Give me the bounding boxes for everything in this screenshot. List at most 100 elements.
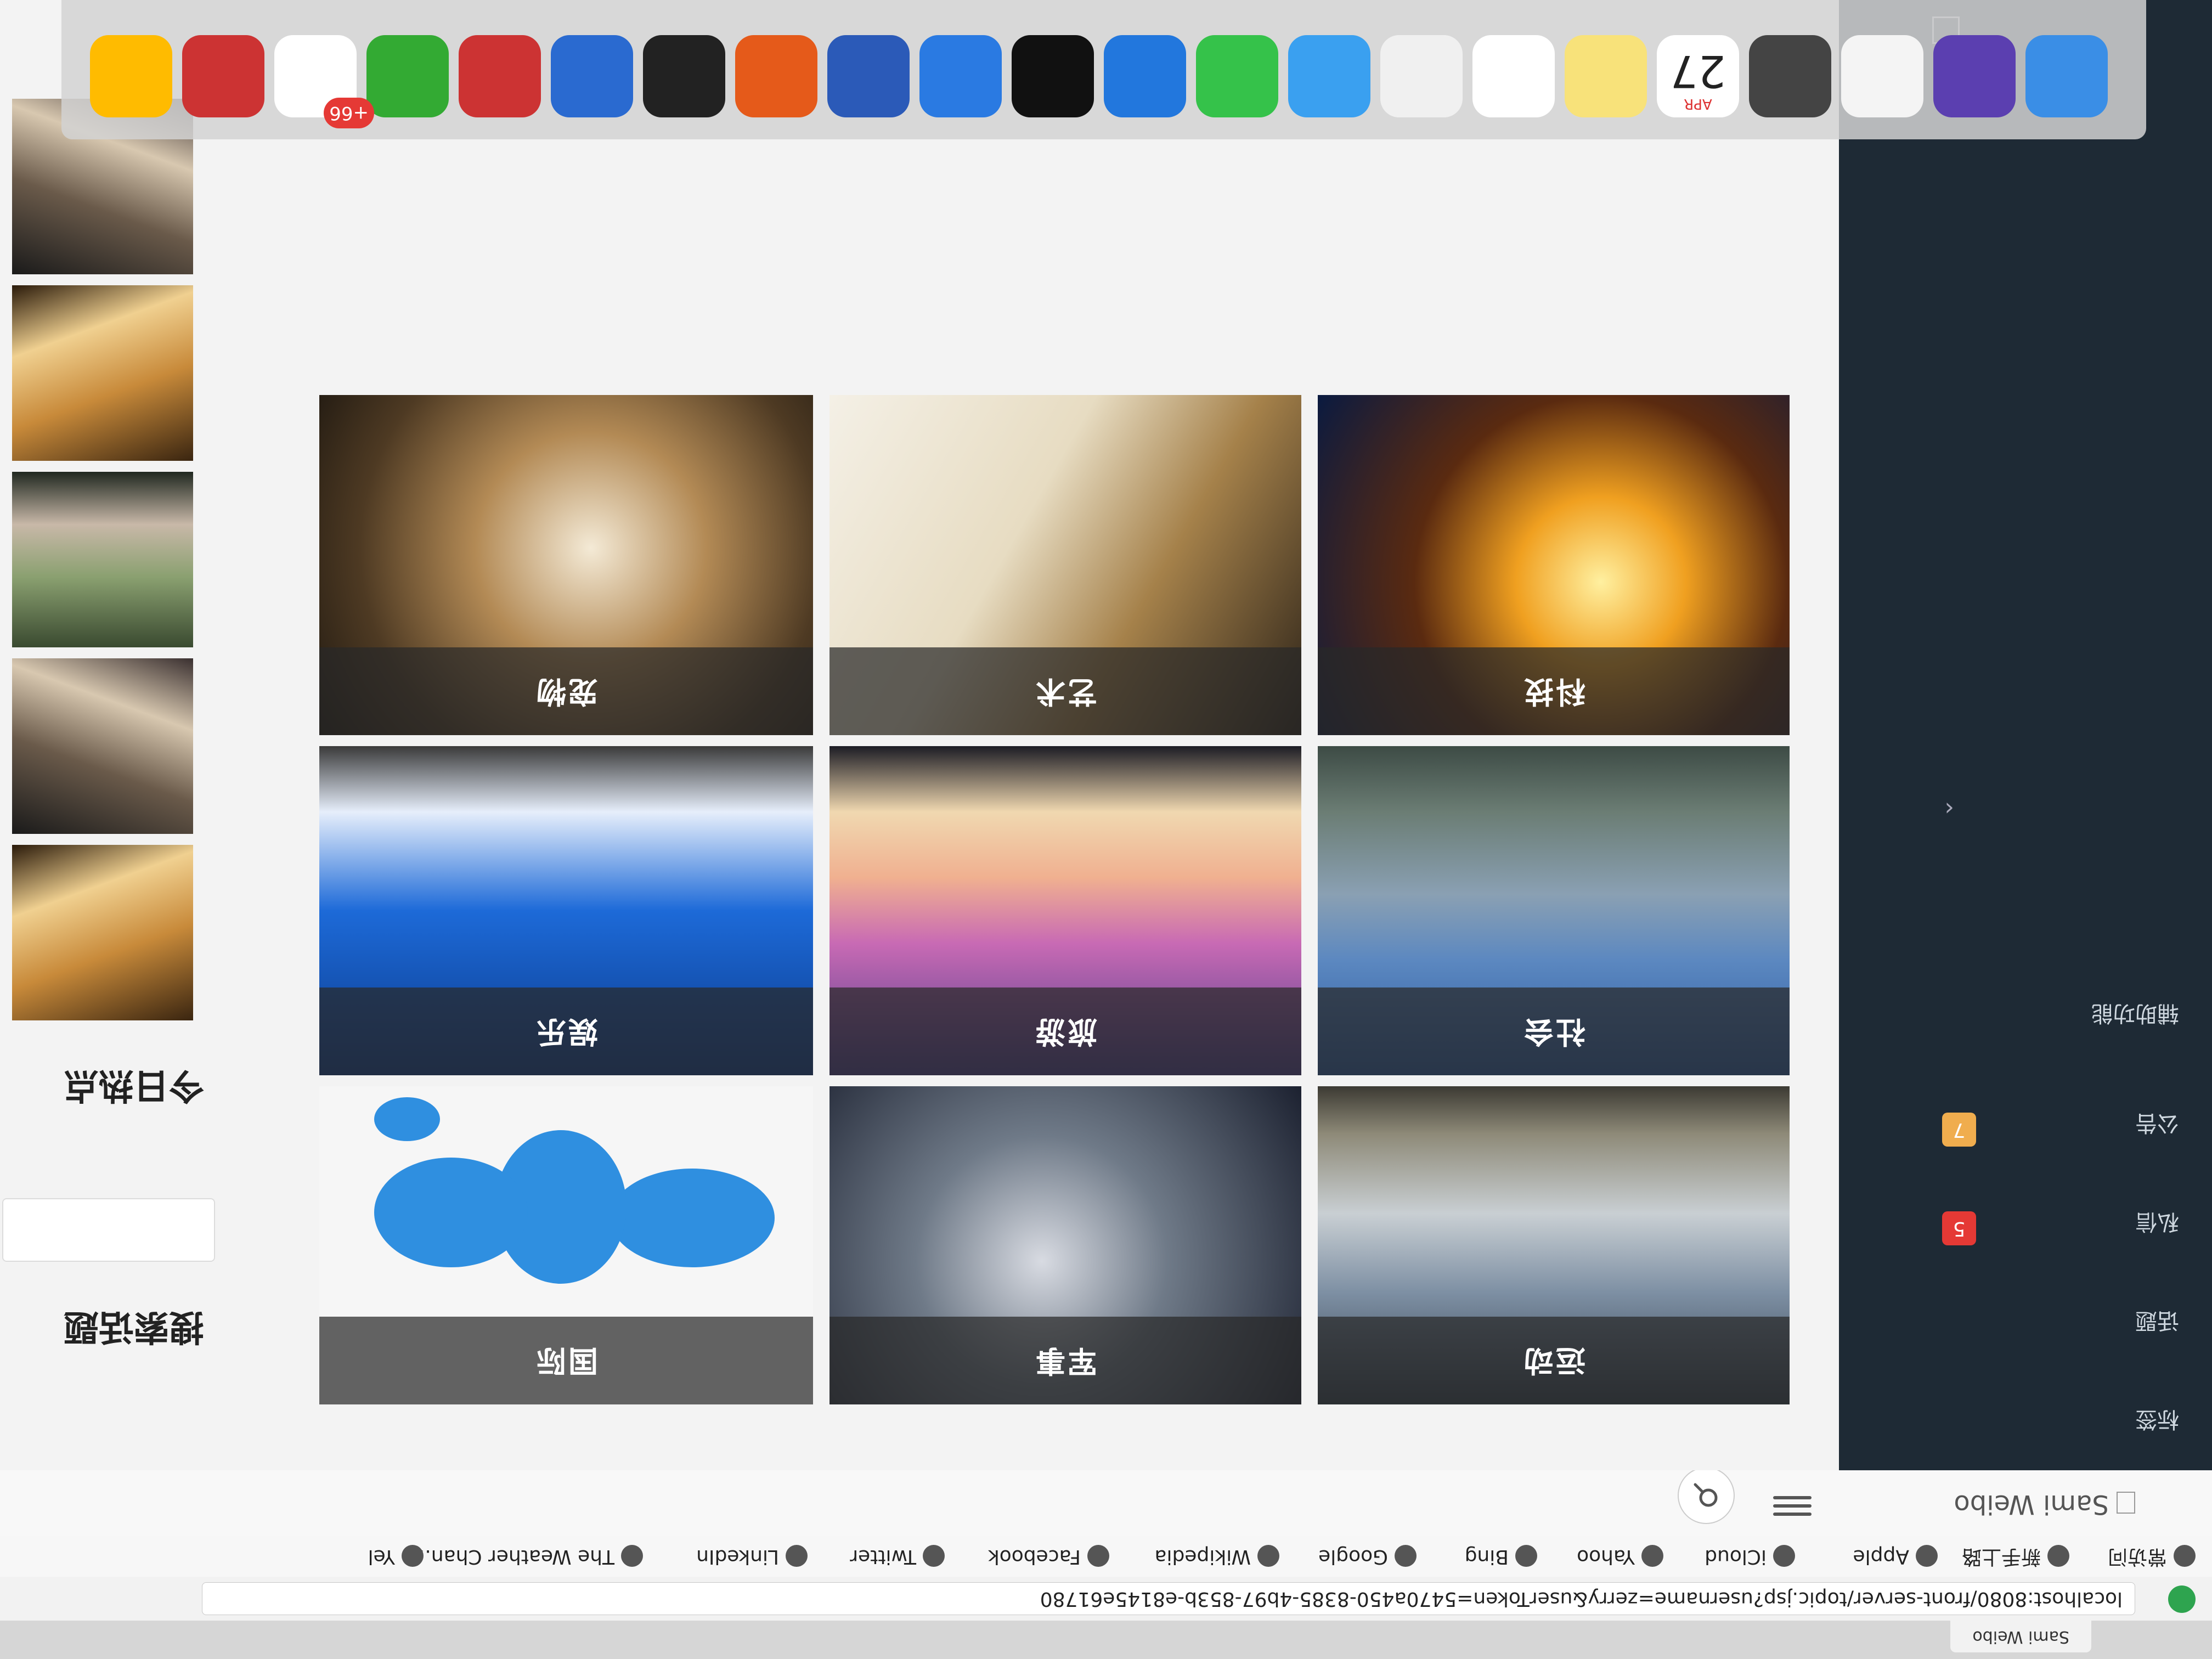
topic-tile-entertainment[interactable]: 娱乐 xyxy=(319,746,813,1075)
globe-icon xyxy=(1395,1545,1417,1567)
address-bar-row: localhost:8080/front-server/topic.jsp?us… xyxy=(0,1576,2212,1621)
sidebar-item-label: 辅助功能 xyxy=(2091,1001,2179,1026)
textedit-icon[interactable] xyxy=(1841,35,1923,117)
word-icon[interactable] xyxy=(827,35,910,117)
topic-tile-sport[interactable]: 运动 xyxy=(1318,1086,1790,1404)
bookmark-item[interactable]: iCloud xyxy=(1705,1544,1795,1569)
messages-badge: 5 xyxy=(1942,1211,1976,1245)
bookmark-item[interactable]: 常访问 xyxy=(2108,1544,2196,1569)
bookmark-item[interactable]: The Weather Chan... xyxy=(412,1544,643,1569)
topic-tile-pet[interactable]: 宠物 xyxy=(319,395,813,735)
twc-icon xyxy=(621,1545,643,1567)
app-icon[interactable] xyxy=(459,35,541,117)
hot-thumbnail[interactable] xyxy=(12,285,193,461)
topic-grid: 运动 军事 国际 社会 旅游 娱乐 科技 艺术 宠物 xyxy=(308,384,1790,1404)
facetime-icon[interactable] xyxy=(1196,35,1278,117)
bookmark-label: Apple xyxy=(1853,1545,1909,1568)
hamburger-line xyxy=(1773,1496,1812,1499)
search-topics-heading: 搜索话题 xyxy=(64,1306,204,1347)
reminders-icon[interactable] xyxy=(1472,35,1555,117)
search-icon xyxy=(1694,1483,1718,1507)
calendar-icon[interactable]: APR 27 xyxy=(1657,35,1739,117)
globe-icon xyxy=(2047,1545,2069,1567)
iqiyi-icon[interactable] xyxy=(366,35,449,117)
bookmark-label: iCloud xyxy=(1705,1545,1767,1568)
dock: APR 27 xyxy=(61,0,2146,139)
bookmark-label: The Weather Chan... xyxy=(412,1545,614,1568)
reload-icon[interactable] xyxy=(2168,1585,2196,1613)
apple-icon xyxy=(1773,1545,1795,1567)
bookmark-label: 新手上路 xyxy=(1961,1545,2041,1568)
messages-icon[interactable] xyxy=(1288,35,1370,117)
terminal-icon[interactable] xyxy=(1012,35,1094,117)
sidebar-item-label: 标签 xyxy=(2135,1407,2179,1432)
bookmark-label: 常访问 xyxy=(2107,1545,2167,1568)
bookmark-item[interactable]: Yel xyxy=(368,1544,424,1569)
globe-icon xyxy=(1087,1545,1109,1567)
bookmark-label: Google xyxy=(1318,1545,1388,1568)
safari-icon[interactable] xyxy=(919,35,1002,117)
topic-tile-military[interactable]: 军事 xyxy=(830,1086,1301,1404)
bookmark-item[interactable]: LinkedIn xyxy=(696,1544,808,1569)
app-icon[interactable] xyxy=(90,35,172,117)
bookmark-label: Twitter xyxy=(850,1545,916,1568)
tab-title: Sami Weibo xyxy=(1972,1627,2069,1646)
right-panel: 搜索话题 今日热点 xyxy=(0,0,215,1404)
appstore-icon[interactable] xyxy=(1104,35,1186,117)
sidebar-item-notices[interactable]: 公告 xyxy=(2135,1109,2179,1141)
globe-icon xyxy=(402,1545,424,1567)
search-button[interactable] xyxy=(1678,1467,1735,1524)
sidebar-item-tags[interactable]: 标签 xyxy=(2135,1406,2179,1437)
bookmark-item[interactable]: Yahoo xyxy=(1577,1544,1663,1569)
dock-badge: +66 xyxy=(324,98,374,128)
sidebar-item-messages[interactable]: 私信 xyxy=(2135,1208,2179,1240)
topic-search-input[interactable] xyxy=(2,1198,215,1262)
topic-tile-society[interactable]: 社会 xyxy=(1318,746,1790,1075)
bookmark-item[interactable]: Facebook xyxy=(988,1544,1109,1569)
hot-thumbnail[interactable] xyxy=(12,472,193,647)
topic-label: 军事 xyxy=(830,1317,1301,1404)
bookmarks-bar: 常访问 新手上路 Apple iCloud Yahoo Bing Google Wikiped… xyxy=(0,1536,2212,1577)
topic-tile-travel[interactable]: 旅游 xyxy=(830,746,1301,1075)
main-content: 运动 军事 国际 社会 旅游 娱乐 科技 艺术 宠物 搜索话题 今日热点 xyxy=(0,0,1839,1470)
bookmark-label: Wikipedia xyxy=(1154,1545,1251,1568)
topic-tile-international[interactable]: 国际 xyxy=(319,1086,813,1404)
brand[interactable]: Sami Weibo xyxy=(1954,1489,2135,1520)
bookmark-item[interactable]: Wikipedia xyxy=(1154,1544,1279,1569)
browser-tab[interactable]: Sami Weibo xyxy=(1950,1621,2091,1652)
topic-tile-art[interactable]: 艺术 xyxy=(830,395,1301,735)
rocket-icon[interactable] xyxy=(1749,35,1831,117)
topic-label: 科技 xyxy=(1318,647,1790,735)
notes-icon[interactable] xyxy=(1565,35,1647,117)
globe-icon xyxy=(2174,1545,2196,1567)
brand-label: Sami Weibo xyxy=(1954,1489,2109,1520)
bookmark-item[interactable]: Apple xyxy=(1853,1544,1938,1569)
qq-icon[interactable] xyxy=(551,35,633,117)
bookmark-item[interactable]: Google xyxy=(1318,1544,1417,1569)
menu-button[interactable] xyxy=(1773,1488,1812,1521)
app-icon[interactable] xyxy=(182,35,264,117)
photos-icon[interactable] xyxy=(1380,35,1463,117)
finder-icon[interactable] xyxy=(2025,35,2108,117)
url-field[interactable]: localhost:8080/front-server/topic.jsp?us… xyxy=(202,1582,2135,1615)
hot-thumbnail[interactable] xyxy=(12,658,193,834)
browser-tab-bar: Sami Weibo xyxy=(0,1620,2212,1659)
topic-tile-tech[interactable]: 科技 xyxy=(1318,395,1790,735)
topic-label: 艺术 xyxy=(830,647,1301,735)
hot-today-heading: 今日热点 xyxy=(64,1065,204,1105)
sidebar-item-topics[interactable]: 话题 xyxy=(2135,1307,2179,1339)
bookmark-item[interactable]: Twitter xyxy=(850,1544,945,1569)
firefox-icon[interactable] xyxy=(735,35,817,117)
topic-label: 旅游 xyxy=(830,988,1301,1075)
bookmark-label: Yahoo xyxy=(1577,1545,1635,1568)
chevron-left-icon[interactable]: ‹ xyxy=(1944,795,1954,823)
siri-icon[interactable] xyxy=(1933,35,2016,117)
bookmark-item[interactable]: 新手上路 xyxy=(1962,1544,2069,1569)
hamburger-icon xyxy=(1773,1513,1812,1516)
topic-label: 国际 xyxy=(319,1317,813,1404)
bookmark-label: Bing xyxy=(1464,1545,1509,1568)
hot-thumbnail[interactable] xyxy=(12,845,193,1020)
bookmark-item[interactable]: Bing xyxy=(1465,1544,1537,1569)
sidebar-item-accessibility[interactable]: 辅助功能 xyxy=(2091,1000,2179,1031)
menu-app-icon[interactable] xyxy=(643,35,725,117)
